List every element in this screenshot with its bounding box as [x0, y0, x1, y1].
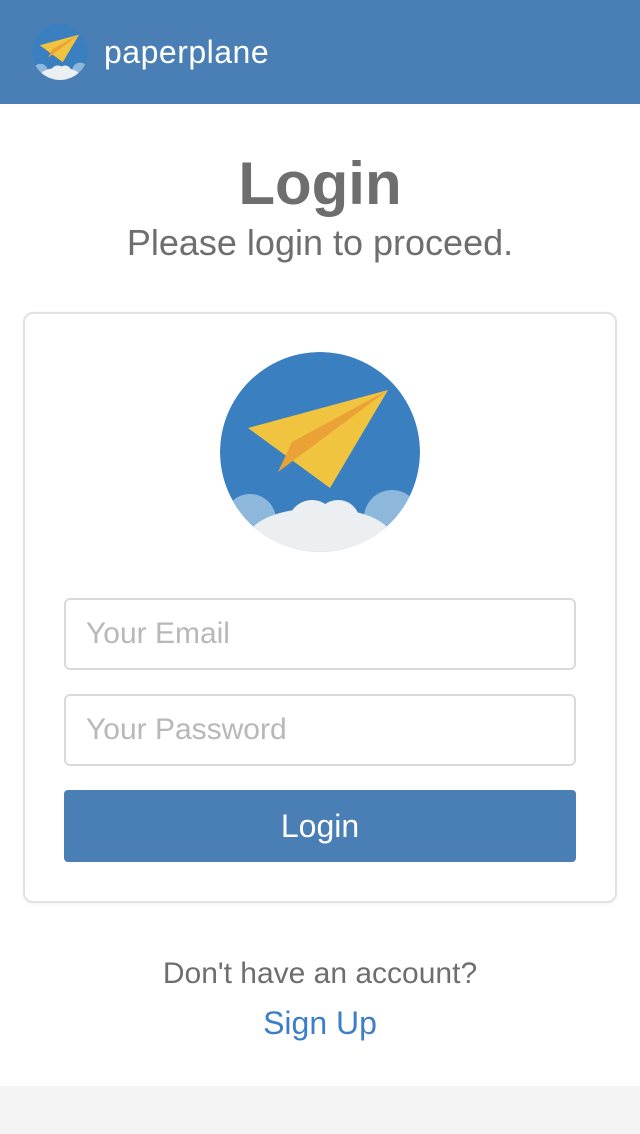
- password-field[interactable]: [64, 694, 576, 766]
- login-card: Login: [23, 312, 617, 903]
- paper-plane-logo-icon[interactable]: [32, 24, 88, 80]
- login-button[interactable]: Login: [64, 790, 576, 862]
- top-navbar: paperplane: [0, 0, 640, 104]
- brand-name[interactable]: paperplane: [104, 28, 269, 76]
- page-title: Login: [238, 150, 402, 217]
- paper-plane-logo-icon: [220, 352, 420, 552]
- page-subtitle: Please login to proceed.: [126, 222, 514, 263]
- login-page: Login Please login to proceed. Login Don…: [0, 104, 640, 1086]
- sign-up-link[interactable]: Sign Up: [0, 1000, 640, 1046]
- footer: [0, 1086, 640, 1134]
- email-field[interactable]: [64, 598, 576, 670]
- no-account-text: Don't have an account?: [162, 957, 478, 990]
